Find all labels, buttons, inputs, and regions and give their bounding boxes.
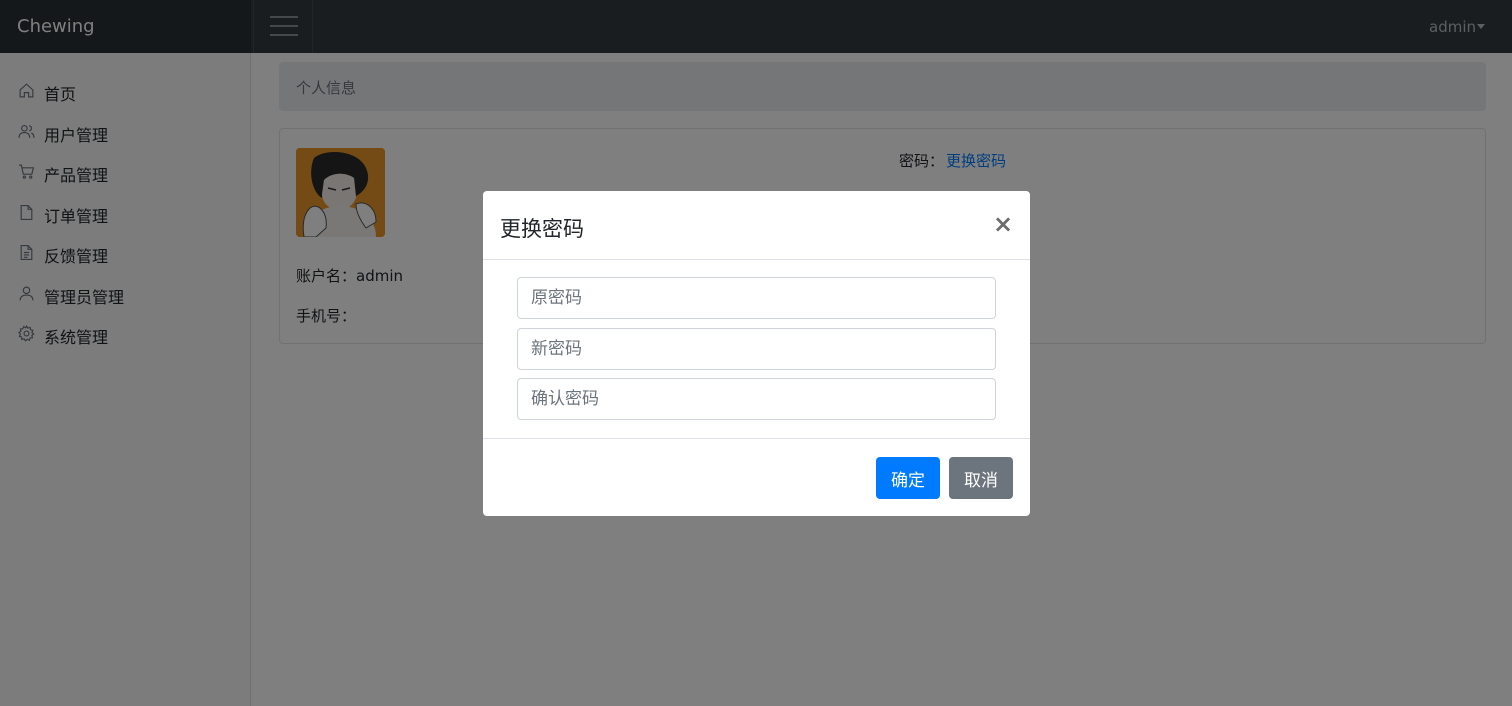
cancel-button[interactable]: 取消 xyxy=(949,457,1013,499)
modal-title: 更换密码 xyxy=(500,217,584,241)
new-password-input[interactable] xyxy=(517,328,996,370)
old-password-input[interactable] xyxy=(517,277,996,319)
confirm-password-input[interactable] xyxy=(517,378,996,420)
modal-footer: 确定 取消 xyxy=(483,438,1030,516)
close-icon[interactable]: × xyxy=(993,211,1013,237)
modal-header: 更换密码 × xyxy=(483,191,1030,260)
confirm-button[interactable]: 确定 xyxy=(876,457,940,499)
change-password-modal: 更换密码 × 确定 取消 xyxy=(483,191,1030,516)
